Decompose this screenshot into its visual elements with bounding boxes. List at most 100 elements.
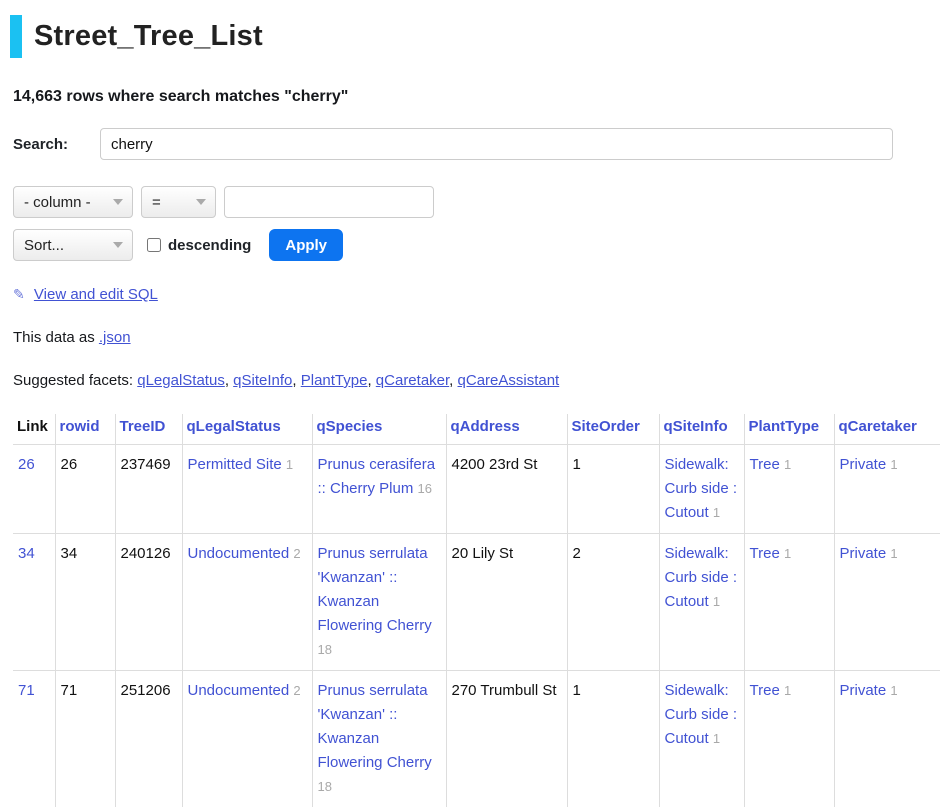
descending-checkbox[interactable] [147,238,161,252]
species-count: 18 [318,779,332,794]
caretaker-count: 1 [890,683,897,698]
data-as-prefix: This data as [13,329,99,346]
cell-tree_id: 251206 [115,671,182,807]
column-header-Link: Link [13,414,55,445]
column-header-qCaretaker: qCaretaker [834,414,940,445]
site_info-facet-link[interactable]: Sidewalk: Curb side : Cutout [665,545,738,610]
row-link[interactable]: 71 [18,682,35,699]
legal_status-facet-link[interactable]: Permitted Site [188,456,282,473]
search-label: Search: [13,136,100,153]
site_info-facet-link[interactable]: Sidewalk: Curb side : Cutout [665,682,738,747]
caretaker-count: 1 [890,457,897,472]
row-link[interactable]: 26 [18,456,35,473]
species-facet-link[interactable]: Prunus serrulata 'Kwanzan' :: Kwanzan Fl… [318,682,432,771]
page-title: Street_Tree_List [10,15,940,58]
facet-link-qLegalStatus[interactable]: qLegalStatus [137,372,225,389]
column-sort-link-qAddress[interactable]: qAddress [451,418,520,435]
cell-site_order: 1 [567,671,659,807]
caretaker-facet-link[interactable]: Private [840,545,887,562]
site_info-count: 1 [713,594,720,609]
table-row: 3434240126Undocumented 2Prunus serrulata… [13,534,940,671]
cell-legal_status: Undocumented 2 [182,534,312,671]
cell-species: Prunus cerasifera :: Cherry Plum 16 [312,445,446,534]
species-count: 18 [318,642,332,657]
apply-button[interactable]: Apply [269,229,343,261]
caretaker-facet-link[interactable]: Private [840,456,887,473]
site_info-facet-link[interactable]: Sidewalk: Curb side : Cutout [665,456,738,521]
cell-caretaker: Private 1 [834,671,940,807]
sort-select-value: Sort... [24,237,64,254]
cell-rowid: 71 [55,671,115,807]
table-header-row: Link rowid TreeID qLegalStatus qSpecies qAddr… [13,414,940,445]
column-sort-link-SiteOrder[interactable]: SiteOrder [572,418,640,435]
view-edit-sql-link[interactable]: View and edit SQL [34,286,158,303]
results-table: Link rowid TreeID qLegalStatus qSpecies qAddr… [13,414,940,807]
cell-link: 34 [13,534,55,671]
facet-link-qSiteInfo[interactable]: qSiteInfo [233,372,292,389]
column-sort-link-qSpecies[interactable]: qSpecies [317,418,383,435]
plant_type-facet-link[interactable]: Tree [750,545,780,562]
cell-plant_type: Tree 1 [744,534,834,671]
cell-tree_id: 240126 [115,534,182,671]
facets-prefix: Suggested facets: [13,372,137,389]
column-header-TreeID: TreeID [115,414,182,445]
legal_status-count: 2 [293,683,300,698]
column-sort-link-qSiteInfo[interactable]: qSiteInfo [664,418,728,435]
legal_status-count: 1 [286,457,293,472]
cell-plant_type: Tree 1 [744,671,834,807]
row-link[interactable]: 34 [18,545,35,562]
legal_status-count: 2 [293,546,300,561]
filter-form: - column - = [13,186,927,218]
cell-site_info: Sidewalk: Curb side : Cutout 1 [659,671,744,807]
column-sort-link-qLegalStatus[interactable]: qLegalStatus [187,418,281,435]
cell-rowid: 34 [55,534,115,671]
column-header-rowid: rowid [55,414,115,445]
cell-caretaker: Private 1 [834,445,940,534]
cell-plant_type: Tree 1 [744,445,834,534]
cell-site_order: 1 [567,445,659,534]
pencil-icon: ✎ [13,286,25,302]
row-count-summary: 14,663 rows where search matches "cherry… [13,88,927,106]
caretaker-count: 1 [890,546,897,561]
cell-species: Prunus serrulata 'Kwanzan' :: Kwanzan Fl… [312,534,446,671]
facet-link-qCaretaker[interactable]: qCaretaker [376,372,449,389]
legal_status-facet-link[interactable]: Undocumented [188,682,290,699]
suggested-facets-line: Suggested facets: qLegalStatus, qSiteInf… [13,372,927,389]
species-count: 16 [418,481,432,496]
plant_type-count: 1 [784,683,791,698]
search-input[interactable] [100,128,893,160]
filter-operator-select-value: = [152,194,161,211]
sort-select[interactable]: Sort... [13,229,133,261]
sort-form: Sort... descending Apply [13,229,927,261]
plant_type-facet-link[interactable]: Tree [750,456,780,473]
column-header-qSiteInfo: qSiteInfo [659,414,744,445]
column-sort-link-qCaretaker[interactable]: qCaretaker [839,418,917,435]
filter-operator-select[interactable]: = [141,186,216,218]
facet-link-PlantType[interactable]: PlantType [301,372,368,389]
facet-link-qCareAssistant[interactable]: qCareAssistant [458,372,560,389]
cell-site_info: Sidewalk: Curb side : Cutout 1 [659,534,744,671]
species-facet-link[interactable]: Prunus serrulata 'Kwanzan' :: Kwanzan Fl… [318,545,432,634]
cell-tree_id: 237469 [115,445,182,534]
cell-legal_status: Undocumented 2 [182,671,312,807]
cell-link: 71 [13,671,55,807]
column-sort-link-PlantType[interactable]: PlantType [749,418,820,435]
filter-value-input[interactable] [224,186,434,218]
cell-site_order: 2 [567,534,659,671]
site_info-count: 1 [713,505,720,520]
column-header-qLegalStatus: qLegalStatus [182,414,312,445]
cell-site_info: Sidewalk: Curb side : Cutout 1 [659,445,744,534]
filter-column-select[interactable]: - column - [13,186,133,218]
data-as-line: This data as .json [13,329,927,346]
chevron-down-icon [196,199,206,205]
cell-rowid: 26 [55,445,115,534]
cell-address: 4200 23rd St [446,445,567,534]
column-sort-link-rowid[interactable]: rowid [60,418,100,435]
legal_status-facet-link[interactable]: Undocumented [188,545,290,562]
caretaker-facet-link[interactable]: Private [840,682,887,699]
plant_type-facet-link[interactable]: Tree [750,682,780,699]
column-sort-link-TreeID[interactable]: TreeID [120,418,166,435]
cell-legal_status: Permitted Site 1 [182,445,312,534]
descending-label: descending [168,237,251,254]
json-link[interactable]: .json [99,329,131,346]
